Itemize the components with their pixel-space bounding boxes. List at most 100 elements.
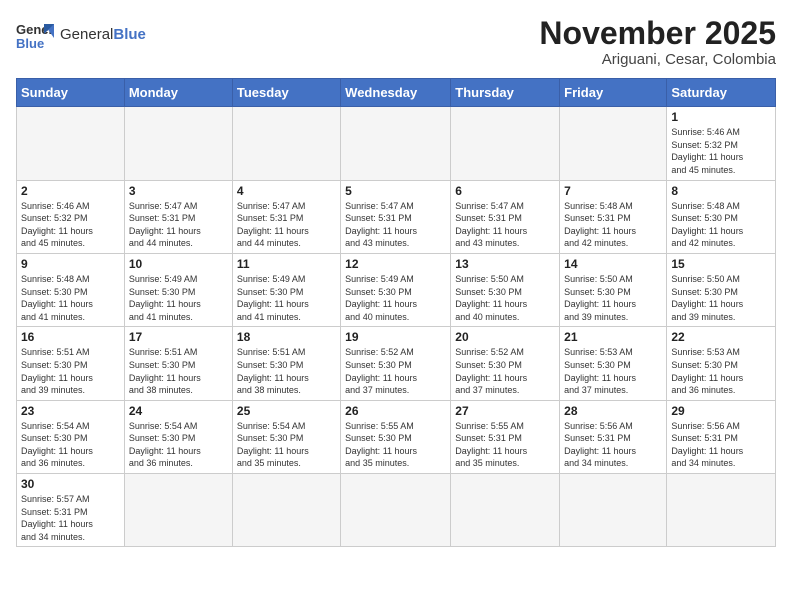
logo-text: GeneralBlue [60,27,146,44]
calendar-cell [560,107,667,180]
day-info: Sunrise: 5:53 AM Sunset: 5:30 PM Dayligh… [671,346,771,396]
weekday-header-tuesday: Tuesday [232,79,340,107]
calendar-cell: 4 Sunrise: 5:47 AM Sunset: 5:31 PM Daylig… [232,180,340,253]
day-number: 24 [129,404,228,418]
calendar-cell: 23Sunrise: 5:54 AM Sunset: 5:30 PM Dayli… [17,400,125,473]
day-number: 26 [345,404,446,418]
day-info: Sunrise: 5:47 AM Sunset: 5:31 PM Dayligh… [129,200,228,250]
calendar-cell: 5 Sunrise: 5:47 AM Sunset: 5:31 PM Daylig… [341,180,451,253]
calendar-week-1: 1 Sunrise: 5:46 AM Sunset: 5:32 PM Daylig… [17,107,776,180]
calendar-cell [341,474,451,547]
calendar-week-5: 23Sunrise: 5:54 AM Sunset: 5:30 PM Dayli… [17,400,776,473]
day-number: 4 [237,184,336,198]
calendar-cell: 3 Sunrise: 5:47 AM Sunset: 5:31 PM Daylig… [124,180,232,253]
day-info: Sunrise: 5:54 AM Sunset: 5:30 PM Dayligh… [237,420,336,470]
weekday-header-thursday: Thursday [451,79,560,107]
day-info: Sunrise: 5:50 AM Sunset: 5:30 PM Dayligh… [671,273,771,323]
calendar-cell: 10Sunrise: 5:49 AM Sunset: 5:30 PM Dayli… [124,253,232,326]
calendar-cell: 17 Sunrise: 5:51 AM Sunset: 5:30 PM Dayli… [124,327,232,400]
calendar-week-4: 16 Sunrise: 5:51 AM Sunset: 5:30 PM Dayli… [17,327,776,400]
day-number: 2 [21,184,120,198]
day-info: Sunrise: 5:49 AM Sunset: 5:30 PM Dayligh… [129,273,228,323]
calendar-cell: 24 Sunrise: 5:54 AM Sunset: 5:30 PM Dayli… [124,400,232,473]
day-number: 30 [21,477,120,491]
calendar-cell [232,474,340,547]
day-info: Sunrise: 5:53 AM Sunset: 5:30 PM Dayligh… [564,346,662,396]
calendar-cell: 2 Sunrise: 5:46 AM Sunset: 5:32 PM Daylig… [17,180,125,253]
calendar: SundayMondayTuesdayWednesdayThursdayFrid… [16,78,776,547]
calendar-week-6: 30 Sunrise: 5:57 AM Sunset: 5:31 PM Dayli… [17,474,776,547]
day-info: Sunrise: 5:57 AM Sunset: 5:31 PM Dayligh… [21,493,120,543]
calendar-cell: 12Sunrise: 5:49 AM Sunset: 5:30 PM Dayli… [341,253,451,326]
calendar-cell [451,107,560,180]
day-info: Sunrise: 5:51 AM Sunset: 5:30 PM Dayligh… [237,346,336,396]
day-number: 6 [455,184,555,198]
calendar-cell: 19 Sunrise: 5:52 AM Sunset: 5:30 PM Dayli… [341,327,451,400]
day-info: Sunrise: 5:54 AM Sunset: 5:30 PM Dayligh… [129,420,228,470]
calendar-cell: 27Sunrise: 5:55 AM Sunset: 5:31 PM Dayli… [451,400,560,473]
day-number: 7 [564,184,662,198]
day-info: Sunrise: 5:48 AM Sunset: 5:30 PM Dayligh… [671,200,771,250]
day-info: Sunrise: 5:48 AM Sunset: 5:30 PM Dayligh… [21,273,120,323]
day-info: Sunrise: 5:56 AM Sunset: 5:31 PM Dayligh… [564,420,662,470]
calendar-cell: 28Sunrise: 5:56 AM Sunset: 5:31 PM Dayli… [560,400,667,473]
calendar-cell [667,474,776,547]
page: General Blue GeneralBlue November 2025 A… [0,0,792,563]
weekday-header-row: SundayMondayTuesdayWednesdayThursdayFrid… [17,79,776,107]
calendar-cell [341,107,451,180]
logo: General Blue GeneralBlue [16,16,146,54]
calendar-cell: 29Sunrise: 5:56 AM Sunset: 5:31 PM Dayli… [667,400,776,473]
day-info: Sunrise: 5:49 AM Sunset: 5:30 PM Dayligh… [345,273,446,323]
day-info: Sunrise: 5:51 AM Sunset: 5:30 PM Dayligh… [21,346,120,396]
day-info: Sunrise: 5:46 AM Sunset: 5:32 PM Dayligh… [21,200,120,250]
calendar-cell: 21Sunrise: 5:53 AM Sunset: 5:30 PM Dayli… [560,327,667,400]
day-info: Sunrise: 5:54 AM Sunset: 5:30 PM Dayligh… [21,420,120,470]
day-number: 22 [671,330,771,344]
day-number: 17 [129,330,228,344]
logo-icon: General Blue [16,16,54,54]
calendar-cell: 8 Sunrise: 5:48 AM Sunset: 5:30 PM Daylig… [667,180,776,253]
day-info: Sunrise: 5:47 AM Sunset: 5:31 PM Dayligh… [237,200,336,250]
header: General Blue GeneralBlue November 2025 A… [16,16,776,68]
calendar-cell [124,107,232,180]
calendar-week-2: 2 Sunrise: 5:46 AM Sunset: 5:32 PM Daylig… [17,180,776,253]
calendar-cell: 9 Sunrise: 5:48 AM Sunset: 5:30 PM Daylig… [17,253,125,326]
calendar-cell [124,474,232,547]
weekday-header-sunday: Sunday [17,79,125,107]
calendar-cell: 18Sunrise: 5:51 AM Sunset: 5:30 PM Dayli… [232,327,340,400]
day-number: 19 [345,330,446,344]
day-info: Sunrise: 5:48 AM Sunset: 5:31 PM Dayligh… [564,200,662,250]
day-number: 16 [21,330,120,344]
day-number: 15 [671,257,771,271]
day-info: Sunrise: 5:47 AM Sunset: 5:31 PM Dayligh… [345,200,446,250]
day-number: 8 [671,184,771,198]
day-number: 13 [455,257,555,271]
calendar-cell [17,107,125,180]
day-info: Sunrise: 5:49 AM Sunset: 5:30 PM Dayligh… [237,273,336,323]
day-number: 3 [129,184,228,198]
calendar-cell: 1 Sunrise: 5:46 AM Sunset: 5:32 PM Daylig… [667,107,776,180]
day-number: 14 [564,257,662,271]
weekday-header-saturday: Saturday [667,79,776,107]
day-info: Sunrise: 5:46 AM Sunset: 5:32 PM Dayligh… [671,126,771,176]
title-block: November 2025 Ariguani, Cesar, Colombia [539,16,776,68]
day-number: 5 [345,184,446,198]
calendar-cell [232,107,340,180]
day-info: Sunrise: 5:52 AM Sunset: 5:30 PM Dayligh… [345,346,446,396]
calendar-cell: 11 Sunrise: 5:49 AM Sunset: 5:30 PM Dayli… [232,253,340,326]
weekday-header-friday: Friday [560,79,667,107]
day-number: 1 [671,110,771,124]
day-info: Sunrise: 5:51 AM Sunset: 5:30 PM Dayligh… [129,346,228,396]
calendar-cell [560,474,667,547]
subtitle: Ariguani, Cesar, Colombia [539,51,776,68]
svg-text:Blue: Blue [16,36,44,51]
calendar-cell: 20Sunrise: 5:52 AM Sunset: 5:30 PM Dayli… [451,327,560,400]
calendar-cell: 22 Sunrise: 5:53 AM Sunset: 5:30 PM Dayli… [667,327,776,400]
weekday-header-wednesday: Wednesday [341,79,451,107]
day-info: Sunrise: 5:50 AM Sunset: 5:30 PM Dayligh… [455,273,555,323]
day-info: Sunrise: 5:50 AM Sunset: 5:30 PM Dayligh… [564,273,662,323]
day-number: 11 [237,257,336,271]
day-info: Sunrise: 5:47 AM Sunset: 5:31 PM Dayligh… [455,200,555,250]
weekday-header-monday: Monday [124,79,232,107]
day-number: 9 [21,257,120,271]
